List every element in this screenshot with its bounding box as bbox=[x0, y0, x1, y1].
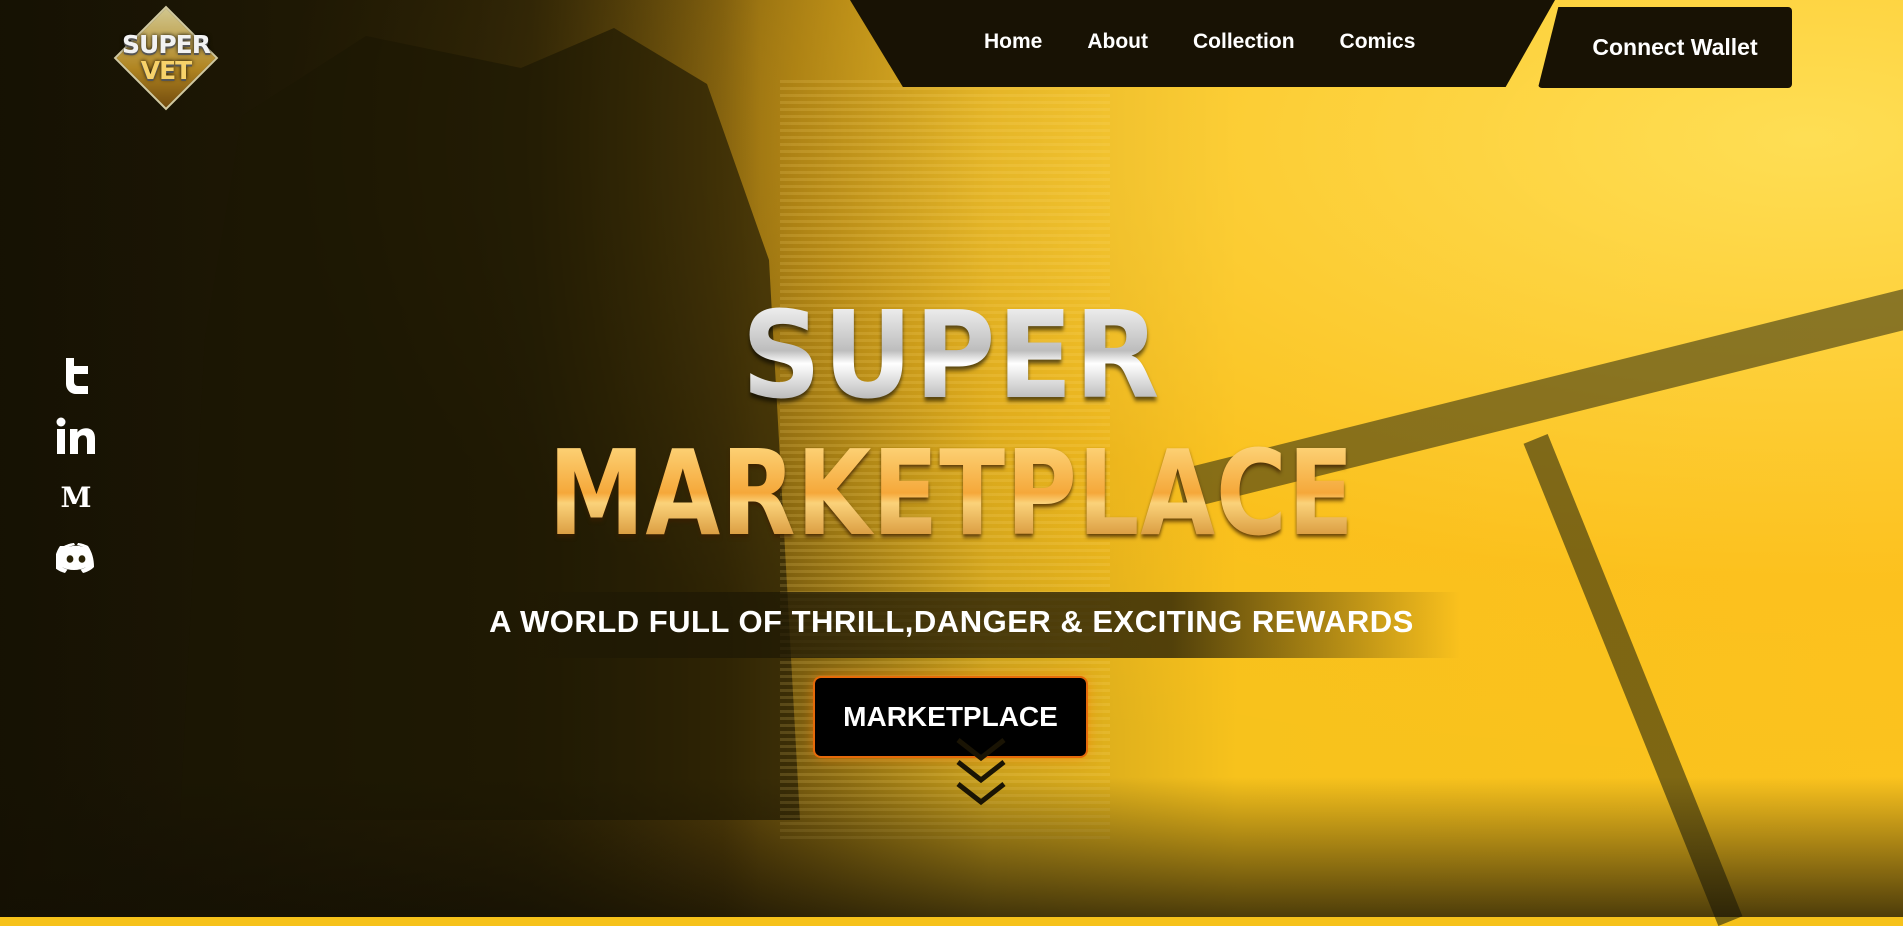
connect-wallet-button[interactable]: Connect Wallet bbox=[1538, 7, 1792, 88]
logo-line2: VET bbox=[140, 56, 192, 85]
logo-text: SUPER VET bbox=[122, 30, 211, 85]
scroll-down-icon[interactable] bbox=[950, 736, 1012, 826]
site-logo[interactable]: SUPER VET bbox=[112, 5, 220, 111]
svg-text:M: M bbox=[61, 482, 92, 512]
main-nav: Home About Collection Comics bbox=[984, 30, 1460, 54]
medium-icon[interactable]: M bbox=[56, 477, 96, 517]
hero-title-marketplace: MARKETPLACE bbox=[171, 430, 1731, 556]
nav-home[interactable]: Home bbox=[984, 30, 1042, 54]
linkedin-icon[interactable] bbox=[56, 416, 96, 456]
logo-line1: SUPER bbox=[122, 30, 211, 59]
nav-collection[interactable]: Collection bbox=[1193, 30, 1295, 54]
discord-icon[interactable] bbox=[56, 538, 96, 578]
hero-tagline: A WORLD FULL OF THRILL,DANGER & EXCITING… bbox=[489, 604, 1414, 639]
nav-comics[interactable]: Comics bbox=[1340, 30, 1416, 54]
nav-about[interactable]: About bbox=[1087, 30, 1148, 54]
hero-title-super: SUPER bbox=[76, 292, 1827, 422]
